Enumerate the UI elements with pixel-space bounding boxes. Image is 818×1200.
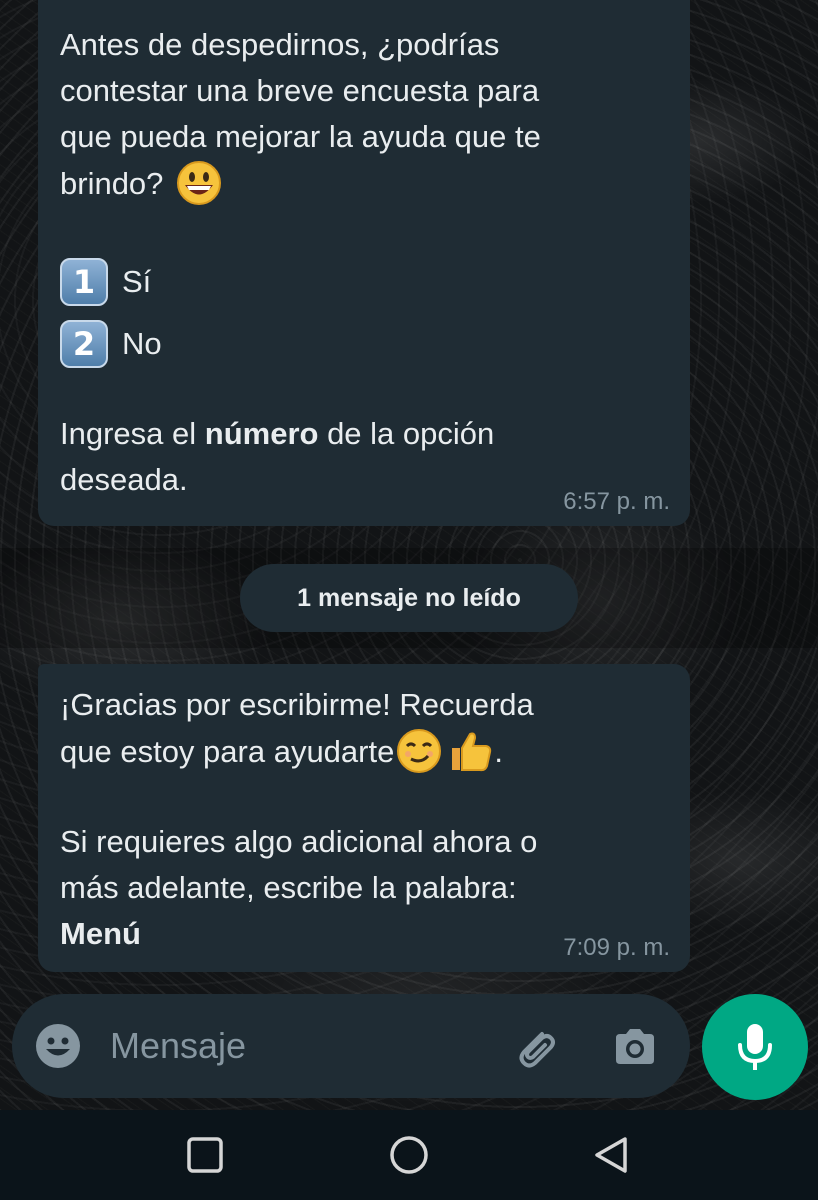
option-row: 2 No bbox=[60, 313, 668, 375]
triangle-icon[interactable] bbox=[588, 1132, 634, 1178]
message-composer[interactable]: Mensaje bbox=[12, 994, 690, 1098]
message-line: Antes de despedirnos, ¿podrías bbox=[60, 27, 500, 62]
grinning-face-icon bbox=[177, 161, 222, 205]
option-row: 1 Sí bbox=[60, 251, 668, 313]
camera-icon[interactable] bbox=[610, 1022, 660, 1072]
unread-messages-banner: 1 mensaje no leído bbox=[240, 564, 578, 632]
message-bold-text: Menú bbox=[60, 916, 141, 951]
option-label: No bbox=[122, 326, 162, 361]
keycap-1-icon: 1 bbox=[60, 258, 108, 306]
thumbs-up-icon bbox=[452, 732, 492, 772]
message-line-with-emoji: que estoy para ayudarte . bbox=[60, 728, 668, 775]
message-timestamp: 7:09 p. m. bbox=[563, 934, 670, 961]
square-icon[interactable] bbox=[182, 1132, 228, 1178]
microphone-button[interactable] bbox=[702, 994, 808, 1100]
message-text: brindo? bbox=[60, 166, 164, 201]
message-bubble-survey[interactable]: Antes de despedirnos, ¿podrías contestar… bbox=[38, 0, 690, 526]
emoji-icon[interactable] bbox=[34, 1022, 82, 1070]
system-navigation-bar bbox=[0, 1110, 818, 1200]
message-line: más adelante, escribe la palabra: bbox=[60, 870, 517, 905]
message-bubble-thanks[interactable]: ¡Gracias por escribirme! Recuerda que es… bbox=[38, 664, 690, 972]
message-timestamp: 6:57 p. m. bbox=[563, 488, 670, 515]
message-input[interactable]: Mensaje bbox=[110, 1024, 246, 1068]
message-bold-text: número bbox=[204, 416, 319, 451]
message-line: que pueda mejorar la ayuda que te bbox=[60, 119, 541, 154]
message-line: ¡Gracias por escribirme! Recuerda bbox=[60, 687, 534, 722]
circle-icon[interactable] bbox=[386, 1132, 432, 1178]
paperclip-icon[interactable] bbox=[510, 1022, 560, 1072]
message-text: de la opción bbox=[318, 416, 495, 451]
microphone-icon bbox=[738, 1024, 772, 1070]
message-text: . bbox=[494, 734, 503, 769]
message-line-with-emoji: brindo? bbox=[60, 160, 668, 207]
message-line: contestar una breve encuesta para bbox=[60, 73, 540, 108]
message-text: Ingresa el bbox=[60, 416, 205, 451]
option-label: Sí bbox=[122, 264, 152, 299]
keycap-2-icon: 2 bbox=[60, 320, 108, 368]
message-line: Si requieres algo adicional ahora o bbox=[60, 824, 538, 859]
message-text: que estoy para ayudarte bbox=[60, 734, 395, 769]
message-line: Ingresa el número de la opción bbox=[60, 411, 668, 457]
smirking-face-icon bbox=[397, 729, 442, 773]
